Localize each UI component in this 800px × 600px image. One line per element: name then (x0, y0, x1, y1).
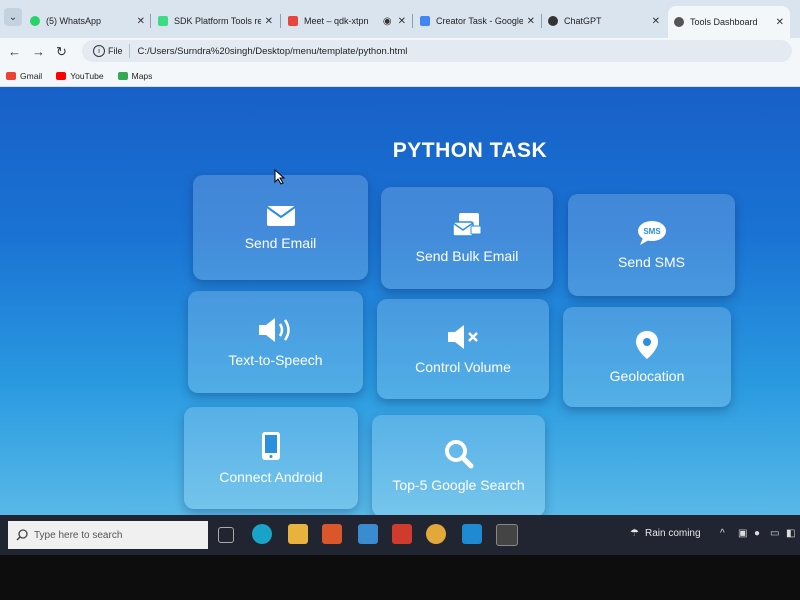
phone-icon (262, 432, 280, 460)
tab-title: (5) WhatsApp (46, 16, 102, 26)
store-icon[interactable] (322, 524, 342, 544)
tab-strip: ⌄ (5) WhatsApp ✕ SDK Platform Tools re ✕… (0, 0, 800, 38)
card-label: Text-to-Speech (228, 352, 323, 368)
card-label: Send Email (244, 234, 317, 251)
back-arrow-icon[interactable]: ← (8, 44, 21, 59)
tab-meet[interactable]: Meet – qdk-xtpn ◉ ✕ (288, 8, 406, 34)
mute-icon (448, 325, 478, 349)
card-label: Geolocation (609, 368, 685, 384)
close-icon[interactable]: ✕ (652, 16, 660, 27)
sms-icon: SMS (637, 221, 666, 245)
vscode-icon[interactable] (462, 524, 482, 544)
url-text[interactable]: C:/Users/Surndra%20singh/Desktop/menu/te… (138, 46, 408, 57)
card-control-volume[interactable]: Control Volume (377, 299, 549, 399)
recording-icon: ◉ (382, 15, 392, 27)
close-icon[interactable]: ✕ (137, 16, 145, 27)
chevron-up-icon[interactable]: ^ (720, 528, 725, 539)
card-connect-android[interactable]: Connect Android (184, 407, 358, 509)
card-text-to-speech[interactable]: Text-to-Speech (188, 291, 363, 393)
svg-text:SMS: SMS (643, 227, 661, 236)
search-icon (444, 440, 473, 469)
bookmark-label: Maps (131, 71, 153, 81)
tab-search-button[interactable]: ⌄ (4, 8, 22, 26)
monitor-bezel (0, 555, 800, 600)
forward-arrow-icon[interactable]: → (32, 44, 45, 59)
network-icon[interactable]: ◧ (786, 528, 795, 539)
chrome-icon[interactable] (426, 524, 446, 544)
taskbar: Type here to search ☂ Rain coming ^ ▣ ● … (0, 515, 800, 555)
tab-title: Tools Dashboard (690, 17, 758, 27)
card-geolocation[interactable]: Geolocation (563, 307, 731, 407)
tab-title: Meet – qdk-xtpn (304, 16, 369, 26)
tab-creator-task[interactable]: Creator Task - Google ✕ (420, 8, 535, 34)
card-label: Send Bulk Email (415, 248, 519, 264)
mouse-cursor-icon (274, 169, 286, 185)
microphone-icon[interactable]: ● (754, 528, 760, 539)
speaker-icon (258, 318, 290, 342)
taskbar-search-input[interactable]: Type here to search (8, 521, 208, 549)
tab-sdk-platform-tools[interactable]: SDK Platform Tools re ✕ (158, 8, 273, 34)
card-send-sms[interactable]: SMS Send SMS (568, 194, 735, 296)
weather-widget[interactable]: ☂ Rain coming (630, 528, 701, 539)
search-placeholder: Type here to search (34, 529, 123, 541)
file-explorer-icon[interactable] (288, 524, 308, 544)
app-icon[interactable] (358, 524, 378, 544)
tab-title: Creator Task - Google (436, 16, 523, 26)
reload-icon[interactable]: ↻ (56, 44, 67, 60)
meet-icon (288, 16, 298, 26)
youtube-icon (56, 72, 67, 80)
close-icon[interactable]: ✕ (398, 16, 406, 27)
tab-tools-dashboard[interactable]: Tools Dashboard ✕ (668, 6, 790, 38)
tab-title: ChatGPT (564, 16, 602, 26)
site-info-chip[interactable]: i File (87, 44, 130, 58)
scheme-label: File (108, 46, 123, 56)
search-icon (16, 529, 28, 541)
docs-icon (420, 16, 430, 26)
card-top-5-google-search[interactable]: Top-5 Google Search (372, 415, 545, 515)
tab-chatgpt[interactable]: ChatGPT ✕ (548, 8, 660, 34)
bookmarks-bar: Gmail YouTube Maps (0, 66, 800, 87)
globe-icon (674, 17, 684, 27)
card-label: Connect Android (219, 469, 323, 485)
bookmark-label: Gmail (20, 71, 43, 81)
close-icon[interactable]: ✕ (776, 17, 784, 28)
page-content: PYTHON TASK Send Email Send Bulk Email S… (0, 87, 800, 515)
tab-title: SDK Platform Tools re (174, 16, 261, 26)
terminal-icon[interactable] (496, 524, 518, 546)
card-label: Control Volume (415, 359, 511, 375)
page-title: PYTHON TASK (392, 139, 548, 162)
card-label: Top-5 Google Search (392, 477, 525, 493)
card-send-bulk-email[interactable]: Send Bulk Email (381, 187, 553, 289)
android-icon (158, 16, 168, 26)
screen: ⌄ (5) WhatsApp ✕ SDK Platform Tools re ✕… (0, 0, 800, 600)
address-bar[interactable]: i File C:/Users/Surndra%20singh/Desktop/… (82, 40, 792, 62)
card-label: Send SMS (618, 254, 685, 270)
maps-icon (117, 72, 128, 80)
browser-toolbar: ← → ↻ i File C:/Users/Surndra%20singh/De… (0, 38, 800, 66)
close-icon[interactable]: ✕ (527, 16, 535, 27)
bookmark-youtube[interactable]: YouTube (56, 71, 104, 81)
weather-text: Rain coming (644, 528, 701, 539)
card-send-email[interactable]: Send Email (193, 175, 368, 280)
envelope-icon (265, 205, 296, 226)
tab-whatsapp[interactable]: (5) WhatsApp ✕ (30, 8, 145, 34)
battery-icon[interactable]: ▭ (770, 528, 779, 539)
bookmark-label: YouTube (70, 71, 104, 81)
office-icon[interactable] (392, 524, 412, 544)
chatgpt-icon (548, 16, 558, 26)
meet-now-icon[interactable]: ▣ (738, 528, 747, 539)
whatsapp-icon (30, 16, 40, 26)
edge-icon[interactable] (252, 524, 272, 544)
info-icon: i (93, 45, 105, 57)
bulk-email-icon (452, 213, 482, 237)
bookmark-maps[interactable]: Maps (117, 71, 153, 81)
close-icon[interactable]: ✕ (265, 16, 273, 27)
gmail-icon (6, 72, 16, 80)
task-view-icon[interactable] (218, 527, 234, 543)
bookmark-gmail[interactable]: Gmail (6, 71, 42, 81)
map-pin-icon (636, 331, 658, 359)
umbrella-icon: ☂ (630, 528, 639, 539)
